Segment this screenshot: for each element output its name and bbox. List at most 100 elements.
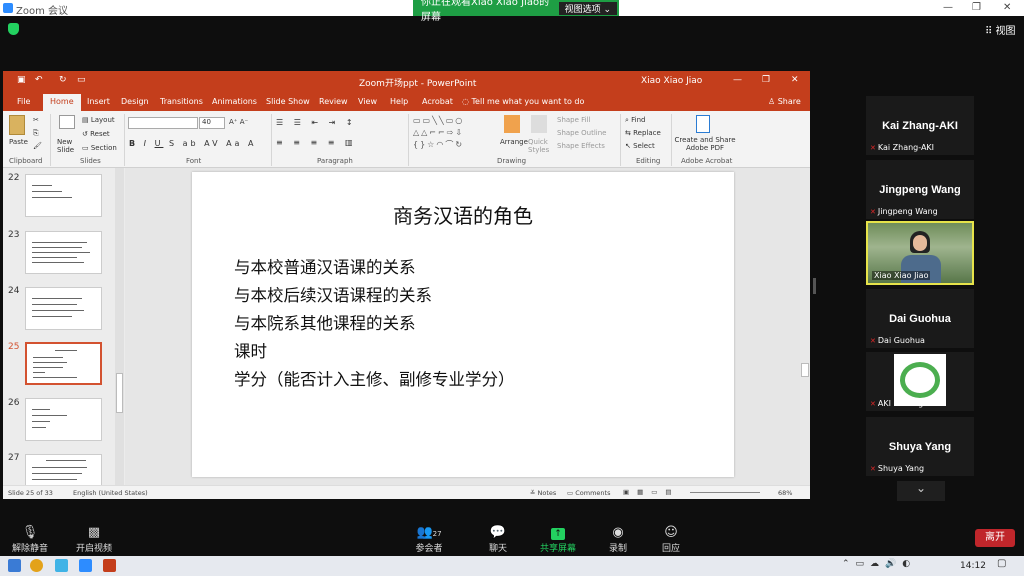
reset-button[interactable]: ↺ Reset (82, 130, 110, 138)
ppt-maximize-icon[interactable]: ❐ (762, 75, 770, 85)
view-mode-icons[interactable]: ▣▦▭▤ (623, 488, 680, 496)
undo-icon[interactable]: ↶ (35, 75, 43, 85)
shape-effects-button[interactable]: Shape Effects (557, 142, 605, 150)
chat-button[interactable]: 💬 聊天 (484, 524, 512, 554)
tab-home[interactable]: Home (43, 94, 81, 111)
present-icon[interactable]: ▭ (77, 75, 86, 85)
slide-thumbnail-26[interactable] (25, 398, 102, 441)
arrange-icon[interactable] (504, 115, 520, 133)
zoom-taskbar-icon[interactable] (79, 559, 92, 572)
participants-button[interactable]: 👥27 参会者 (413, 524, 445, 554)
shape-outline-button[interactable]: Shape Outline (557, 129, 606, 137)
slide-title[interactable]: 商务汉语的角色 (192, 200, 734, 229)
tab-insert[interactable]: Insert (87, 97, 110, 106)
tab-review[interactable]: Review (319, 97, 348, 106)
record-button[interactable]: ◉ 录制 (605, 524, 631, 554)
new-slide-label[interactable]: New Slide (57, 138, 79, 154)
app-icon[interactable] (55, 559, 68, 572)
leave-button[interactable]: 离开 (975, 529, 1015, 547)
redo-icon[interactable]: ↻ (59, 75, 67, 85)
quick-styles-icon[interactable] (531, 115, 547, 133)
font-format-buttons[interactable]: B I U S ab AV Aa A (129, 139, 256, 148)
participant-tile[interactable]: ✕ AKI Göttingen (866, 352, 974, 411)
participant-tile[interactable]: Kai Zhang-AKI ✕ Kai Zhang-AKI (866, 96, 974, 155)
tab-animations[interactable]: Animations (212, 97, 257, 106)
slide-bullet-3[interactable]: 与本院系其他课程的关系 (234, 310, 416, 334)
powerpoint-taskbar-icon[interactable] (103, 559, 116, 572)
chrome-icon[interactable] (30, 559, 43, 572)
save-icon[interactable]: ▣ (17, 75, 26, 85)
splitter-handle[interactable] (813, 278, 816, 294)
participant-tile[interactable]: Dai Guohua ✕ Dai Guohua (866, 289, 974, 348)
slide-bullet-1[interactable]: 与本校普通汉语课的关系 (234, 254, 416, 278)
format-painter-icon[interactable]: 🖌 (33, 142, 42, 150)
section-button[interactable]: ▭ Section (82, 144, 117, 152)
ppt-user-name[interactable]: Xiao Xiao Jiao (641, 76, 702, 86)
slide-bullet-4[interactable]: 课时 (234, 338, 267, 362)
tab-help[interactable]: Help (390, 97, 408, 106)
start-video-button[interactable]: ▩ 开启视频 (72, 524, 116, 554)
font-size-box[interactable]: 40 (199, 117, 225, 129)
zoom-slider[interactable] (690, 492, 760, 493)
taskbar-clock[interactable]: 14:12 (960, 561, 986, 571)
slide-scrollbar[interactable] (800, 168, 810, 485)
tab-file[interactable]: File (17, 97, 30, 106)
adobe-pdf-icon[interactable] (696, 115, 710, 133)
active-speaker-tile[interactable]: Xiao Xiao Jiao (866, 221, 974, 285)
windows-start-icon[interactable] (8, 559, 21, 572)
zoom-level[interactable]: 68% (778, 489, 792, 497)
minimize-icon[interactable]: — (943, 2, 953, 13)
tab-transitions[interactable]: Transitions (160, 97, 203, 106)
share-button[interactable]: ♙ Share (768, 97, 801, 106)
replace-button[interactable]: ⇆ Replace (625, 129, 661, 137)
notes-button[interactable]: ≚ Notes (530, 489, 556, 497)
slide-thumbnail-23[interactable] (25, 231, 102, 274)
new-slide-icon[interactable] (59, 115, 75, 129)
grow-font-icon[interactable]: A⁺ A⁻ (229, 118, 248, 126)
quick-styles-label[interactable]: Quick Styles (528, 138, 550, 154)
reactions-button[interactable]: ☺ 回应 (658, 524, 684, 554)
tell-me-search[interactable]: ◌ Tell me what you want to do (462, 97, 584, 106)
slide-bullet-5[interactable]: 学分（能否计入主修、副修专业学分） (234, 366, 515, 390)
layout-button[interactable]: ▤ Layout (82, 116, 115, 124)
shape-fill-button[interactable]: Shape Fill (557, 116, 591, 124)
comments-button[interactable]: ▭ Comments (567, 489, 610, 497)
participant-tile[interactable]: Shuya Yang ✕ Shuya Yang (866, 417, 974, 476)
unmute-button[interactable]: 🎙 解除静音 (10, 524, 50, 554)
slide-thumbnail-24[interactable] (25, 287, 102, 330)
security-shield-icon[interactable] (8, 23, 19, 35)
shapes-gallery[interactable]: ▭▭╲╲▭○ △△⌐⌐⇨⇩ {}☆◠⌒↻ (413, 115, 493, 153)
participant-tile[interactable]: Jingpeng Wang ✕ Jingpeng Wang (866, 160, 974, 219)
view-options-button[interactable]: 视图选项 ⌄ (558, 1, 617, 15)
ppt-close-icon[interactable]: ✕ (791, 75, 799, 85)
slide-bullet-2[interactable]: 与本校后续汉语课程的关系 (234, 282, 432, 306)
current-slide[interactable]: 商务汉语的角色 与本校普通汉语课的关系 与本校后续汉语课程的关系 与本院系其他课… (192, 172, 734, 477)
find-button[interactable]: ⌕ Find (625, 116, 646, 125)
cut-icon[interactable]: ✂ (33, 116, 39, 124)
create-share-pdf-label[interactable]: Create and Share Adobe PDF (674, 136, 736, 152)
tab-slide-show[interactable]: Slide Show (266, 97, 310, 106)
maximize-icon[interactable]: ❐ (972, 2, 981, 13)
arrange-label[interactable]: Arrange (500, 138, 528, 146)
ppt-minimize-icon[interactable]: — (733, 75, 742, 85)
notification-icon[interactable]: ▢ (997, 558, 1006, 569)
copy-icon[interactable]: ⎘ (33, 129, 39, 138)
slide-thumbnail-25[interactable] (25, 342, 102, 385)
paste-label[interactable]: Paste (9, 138, 28, 146)
share-screen-button[interactable]: ↑ 共享屏幕 (538, 524, 578, 554)
tab-design[interactable]: Design (121, 97, 149, 106)
select-button[interactable]: ↖ Select (625, 142, 655, 150)
tab-acrobat[interactable]: Acrobat (422, 97, 453, 106)
slide-thumbnail-22[interactable] (25, 174, 102, 217)
close-icon[interactable]: ✕ (1003, 2, 1011, 13)
gallery-next-icon[interactable]: ⌄ (897, 481, 945, 501)
view-button[interactable]: ⠿ 视图 (985, 22, 1016, 37)
thumbnail-scrollbar[interactable] (115, 168, 124, 485)
align-buttons[interactable]: ≡ ≡ ≡ ≡ ▥ (276, 138, 357, 147)
language-indicator[interactable]: English (United States) (73, 489, 148, 497)
font-name-box[interactable] (128, 117, 198, 129)
list-buttons[interactable]: ☰ ☰ ⇤ ⇥ ↕ (276, 118, 357, 127)
system-tray-icons[interactable]: ⌃▭☁🔊◐ (842, 559, 916, 569)
paste-icon[interactable] (9, 115, 25, 135)
tab-view[interactable]: View (358, 97, 377, 106)
